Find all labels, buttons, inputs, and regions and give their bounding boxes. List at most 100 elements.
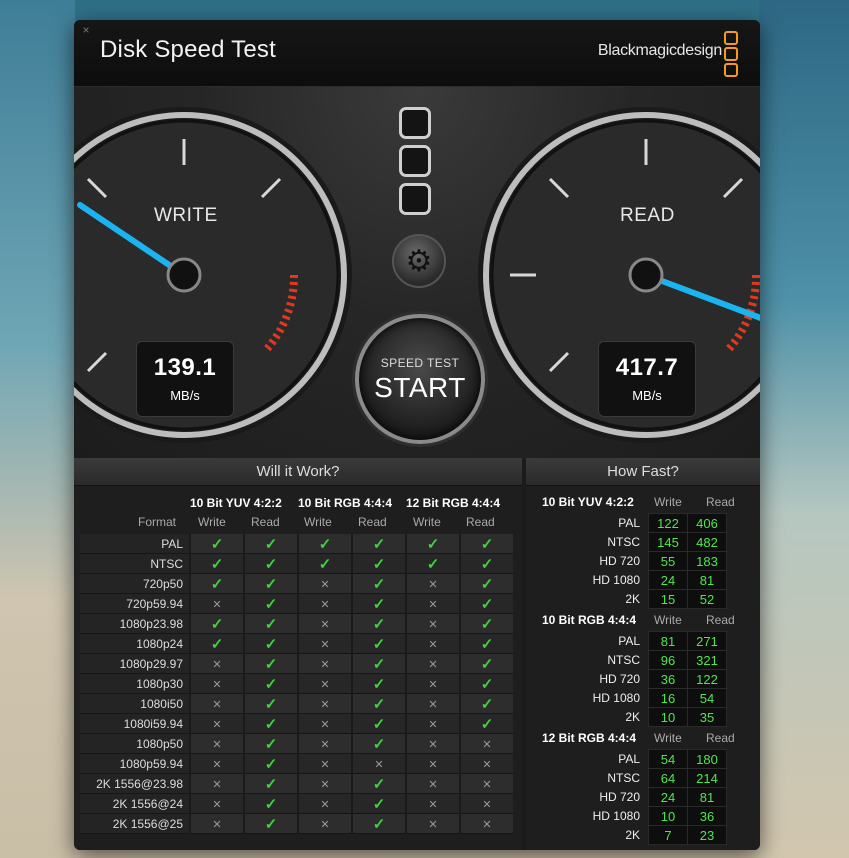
write-fps: 10: [648, 707, 688, 727]
group-header-3: 12 Bit RGB 4:4:4: [406, 496, 501, 510]
compat-cell: ✕: [189, 753, 244, 774]
write-speed-unit: MB/s: [170, 388, 200, 403]
resolution-label: HD 1080: [592, 809, 640, 823]
compat-cell: ✓: [189, 534, 244, 554]
compat-cell: ✓: [351, 593, 406, 614]
compat-cell: ✓: [459, 653, 513, 674]
speed-row: NTSC 96 321: [536, 650, 727, 670]
checkmark-icon: ✓: [372, 795, 386, 813]
speed-read-label: Read: [706, 613, 735, 627]
cross-icon: ✕: [428, 599, 438, 611]
compat-cell: ✕: [459, 733, 513, 754]
compat-cell: ✕: [405, 793, 460, 814]
cross-icon: ✕: [482, 799, 492, 811]
checkmark-icon: ✓: [264, 675, 278, 693]
compat-cell: ✕: [405, 713, 460, 734]
col-read-2: Read: [358, 515, 387, 529]
resolution-label: HD 1080: [592, 573, 640, 587]
gauge-area: WRITE 139.1 MB/s READ 417.7 MB/s ⚙ SPEED…: [74, 87, 760, 459]
write-fps: 36: [648, 669, 688, 689]
compat-cell: ✕: [189, 593, 244, 614]
table-row: 1080p30 ✕ ✓ ✕ ✓ ✕ ✓: [80, 673, 513, 694]
resolution-label: HD 720: [599, 790, 640, 804]
write-fps: 64: [648, 768, 688, 788]
group-header-1: 10 Bit YUV 4:2:2: [190, 496, 282, 510]
checkmark-icon: ✓: [210, 555, 224, 573]
compat-cell: ✓: [351, 553, 406, 574]
checkmark-icon: ✓: [372, 555, 386, 573]
checkmark-icon: ✓: [318, 555, 332, 573]
cross-icon: ✕: [212, 739, 222, 751]
table-row: 720p59.94 ✕ ✓ ✕ ✓ ✕ ✓: [80, 593, 513, 614]
speed-row: 2K 15 52: [536, 589, 727, 609]
checkmark-icon: ✓: [264, 615, 278, 633]
will-it-work-panel: Will it Work? 10 Bit YUV 4:2:2 10 Bit RG…: [74, 458, 522, 850]
cross-icon: ✕: [428, 719, 438, 731]
speed-row: 2K 10 35: [536, 707, 727, 727]
checkmark-icon: ✓: [264, 535, 278, 553]
resolution-label: PAL: [618, 634, 640, 648]
speed-read-label: Read: [706, 731, 735, 745]
read-fps: 122: [687, 669, 727, 689]
group-header-2: 10 Bit RGB 4:4:4: [298, 496, 393, 510]
write-speed-value: 139.1: [153, 354, 217, 381]
settings-gear-button[interactable]: ⚙: [392, 234, 446, 288]
compat-cell: ✕: [405, 693, 460, 714]
cross-icon: ✕: [428, 659, 438, 671]
checkmark-icon: ✓: [372, 615, 386, 633]
cross-icon: ✕: [320, 819, 330, 831]
checkmark-icon: ✓: [372, 775, 386, 793]
checkmark-icon: ✓: [480, 615, 494, 633]
cross-icon: ✕: [428, 639, 438, 651]
status-lights: [399, 107, 431, 221]
table-row: NTSC ✓ ✓ ✓ ✓ ✓ ✓: [80, 553, 513, 574]
cross-icon: ✕: [212, 819, 222, 831]
compat-cell: ✓: [243, 813, 298, 834]
compat-cell: ✕: [459, 773, 513, 794]
resolution-label: 2K: [625, 592, 640, 606]
compat-cell: ✕: [297, 813, 352, 834]
cross-icon: ✕: [482, 819, 492, 831]
checkmark-icon: ✓: [264, 795, 278, 813]
format-name: 1080i59.94: [80, 713, 190, 734]
close-icon[interactable]: ×: [80, 24, 92, 36]
read-fps: 321: [687, 650, 727, 670]
cross-icon: ✕: [374, 759, 384, 771]
checkmark-icon: ✓: [264, 555, 278, 573]
compat-cell: ✓: [459, 593, 513, 614]
speed-row: HD 720 36 122: [536, 669, 727, 689]
status-light-2: [399, 145, 431, 177]
compat-cell: ✕: [405, 573, 460, 594]
compat-cell: ✕: [189, 693, 244, 714]
compat-cell: ✕: [189, 733, 244, 754]
start-button[interactable]: SPEED TEST START: [355, 314, 485, 444]
format-name: 1080p23.98: [80, 613, 190, 634]
compat-cell: ✓: [243, 793, 298, 814]
speed-row: PAL 122 406: [536, 513, 727, 533]
table-row: 1080p50 ✕ ✓ ✕ ✓ ✕ ✕: [80, 733, 513, 754]
cross-icon: ✕: [428, 759, 438, 771]
compat-cell: ✓: [189, 633, 244, 654]
compat-cell: ✓: [189, 613, 244, 634]
speed-row: HD 720 55 183: [536, 551, 727, 571]
compat-cell: ✓: [351, 653, 406, 674]
format-name: 1080i50: [80, 693, 190, 714]
read-label: READ: [620, 205, 675, 226]
speed-row: HD 1080 24 81: [536, 570, 727, 590]
compat-cell: ✓: [351, 613, 406, 634]
compat-cell: ✓: [189, 573, 244, 594]
cross-icon: ✕: [428, 739, 438, 751]
write-fps: 24: [648, 570, 688, 590]
checkmark-icon: ✓: [372, 535, 386, 553]
compat-cell: ✓: [243, 673, 298, 694]
checkmark-icon: ✓: [264, 575, 278, 593]
write-fps: 15: [648, 589, 688, 609]
compat-cell: ✓: [243, 633, 298, 654]
compat-cell: ✕: [189, 653, 244, 674]
format-name: 1080p29.97: [80, 653, 190, 674]
speed-table: PAL 122 406 NTSC 145 482 HD 720 55 183 HD 1080 24 8…: [536, 513, 727, 609]
compat-cell: ✓: [459, 633, 513, 654]
resolution-label: HD 720: [599, 672, 640, 686]
checkmark-icon: ✓: [426, 555, 440, 573]
compat-cell: ✓: [351, 633, 406, 654]
